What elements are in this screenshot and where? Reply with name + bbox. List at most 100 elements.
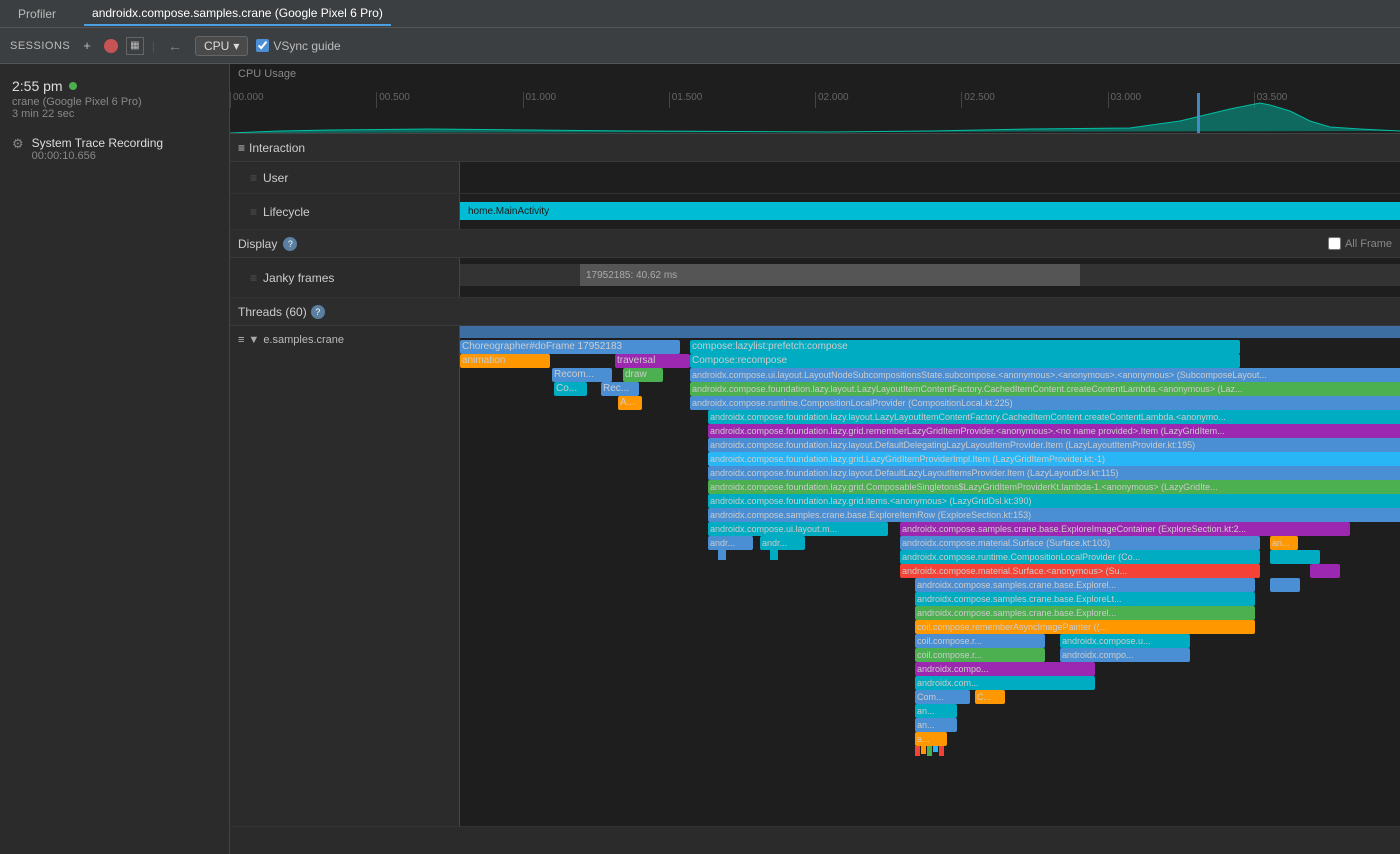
all-frames-checkbox-label[interactable]: All Frame [1328,237,1392,250]
flame-item[interactable]: coil.compose.r... [915,634,1045,648]
layout-toggle-button[interactable]: ▦ [126,37,144,55]
sidebar: 2:55 pm crane (Google Pixel 6 Pro) 3 min… [0,64,230,854]
thread-name: e.samples.crane [263,334,344,346]
recording-dot-icon [69,82,77,90]
flame-item[interactable]: androidx.compose.material.Surface.<anony… [900,564,1260,578]
time-value: 2:55 pm [12,78,63,94]
flame-item[interactable]: draw [623,368,663,382]
vsync-checkbox[interactable] [256,39,269,52]
janky-frames-row: ≡ Janky frames 17952185: 40.62 ms [230,258,1400,298]
flame-item[interactable]: C... [975,690,1005,704]
flame-mini-bar1 [718,550,726,560]
gear-icon: ⚙ [12,136,24,152]
flame-chart[interactable]: Choreographer#doFrame 17952183 compose:l… [460,326,1400,826]
user-menu-icon[interactable]: ≡ [250,171,257,185]
flame-item[interactable]: androidx.compose.samples.crane.base.Expl… [900,522,1350,536]
flame-item[interactable]: Choreographer#doFrame 17952183 [460,340,680,354]
flame-item[interactable] [1310,564,1340,578]
back-button[interactable]: ← [163,36,187,56]
flame-item[interactable]: A... [618,396,642,410]
flame-mini-bars [915,746,944,756]
flame-item[interactable]: androidx.compose.ui.layout.LayoutNodeSub… [690,368,1400,382]
flame-item[interactable]: androidx.compo... [915,662,1095,676]
flame-item[interactable]: androidx.compose.foundation.lazy.grid.La… [708,452,1400,466]
main-layout: 2:55 pm crane (Google Pixel 6 Pro) 3 min… [0,64,1400,854]
recording-item[interactable]: ⚙ System Trace Recording 00:00:10.656 [0,130,229,168]
stop-recording-button[interactable] [104,39,118,53]
janky-value: 17952185: 40.62 ms [586,270,677,281]
thread-label-col: ≡ ▼ e.samples.crane [230,326,460,826]
flame-item[interactable]: androidx.compose.runtime.CompositionLoca… [900,550,1260,564]
title-bar: Profiler androidx.compose.samples.crane … [0,0,1400,28]
flame-item[interactable]: androidx.compose.runtime.CompositionLoca… [690,396,1400,410]
lifecycle-row: ≡ Lifecycle home.MainActivity [230,194,1400,230]
tab-profiler[interactable]: Profiler [10,3,64,25]
cpu-usage-label: CPU Usage [238,68,296,80]
display-section-header: Display ? All Frame [230,230,1400,258]
flame-item[interactable]: traversal [615,354,690,368]
flame-item[interactable]: androidx.compose.foundation.lazy.layout.… [708,438,1400,452]
thread-section: ≡ ▼ e.samples.crane Choreographer#doFram… [230,326,1400,827]
flame-item[interactable]: Compose:recompose [690,354,1240,368]
janky-content[interactable]: 17952185: 40.62 ms [460,258,1400,297]
thread-expand-arrow[interactable]: ▼ [248,334,259,346]
flame-item[interactable]: coil.compose.rememberAsyncImagePainter (… [915,620,1255,634]
flame-item[interactable]: a... [915,732,947,746]
flame-item[interactable]: Com... [915,690,970,704]
flame-item[interactable]: andr... [760,536,805,550]
tab-app[interactable]: androidx.compose.samples.crane (Google P… [84,2,391,26]
thread-label: ≡ ▼ e.samples.crane [238,334,451,346]
user-label: ≡ User [230,162,460,193]
display-help-icon[interactable]: ? [283,237,297,251]
flame-item[interactable]: androidx.com... [915,676,1095,690]
flame-item[interactable]: an... [1270,536,1298,550]
flame-item[interactable]: androidx.compose.samples.crane.base.Expl… [708,508,1400,522]
timeline-container[interactable]: ≡ Interaction ≡ User ≡ Lifecycle [230,134,1400,854]
janky-menu-icon[interactable]: ≡ [250,271,257,285]
flame-item[interactable]: androidx.compose.foundation.lazy.layout.… [708,410,1400,424]
user-row: ≡ User [230,162,1400,194]
cpu-spike [1197,93,1200,133]
flame-item[interactable]: androidx.compose.samples.crane.base.Expl… [915,592,1255,606]
lifecycle-text: Lifecycle [263,205,310,219]
flame-item[interactable]: Co... [554,382,587,396]
thread-menu-icon[interactable]: ≡ [238,334,244,346]
flame-item[interactable]: androidx.compose.foundation.lazy.layout.… [690,382,1400,396]
cpu-usage-panel: CPU Usage 00.000 00.500 01.000 01.500 02… [230,64,1400,134]
flame-item[interactable]: androidx.compose.foundation.lazy.grid.it… [708,494,1400,508]
add-session-button[interactable]: + [78,36,96,55]
device-name: crane (Google Pixel 6 Pro) [12,96,217,108]
flame-item[interactable]: an... [915,718,957,732]
all-frames-label: All Frame [1345,238,1392,250]
sessions-label: SESSIONS [10,40,70,52]
flame-item[interactable]: androidx.compose.foundation.lazy.layout.… [708,466,1400,480]
flame-item[interactable]: Recom... [552,368,612,382]
janky-frames-label: ≡ Janky frames [230,258,460,297]
lifecycle-menu-icon[interactable]: ≡ [250,205,257,219]
flame-item[interactable]: androidx.compose.foundation.lazy.grid.re… [708,424,1400,438]
flame-item[interactable] [1270,550,1320,564]
flame-item[interactable]: animation [460,354,550,368]
lifecycle-content[interactable]: home.MainActivity [460,194,1400,229]
flame-item[interactable]: andr... [708,536,753,550]
flame-item[interactable]: androidx.compose.ui.layout.m... [708,522,888,536]
flame-item[interactable]: an... [915,704,957,718]
flame-item[interactable]: androidx.compo... [1060,648,1190,662]
cpu-dropdown[interactable]: CPU ▾ [195,36,248,56]
flame-item[interactable]: androidx.compose.samples.crane.base.Expl… [915,606,1255,620]
flame-item[interactable] [1270,578,1300,592]
threads-help-icon[interactable]: ? [311,305,325,319]
flame-item[interactable]: androidx.compose.material.Surface (Surfa… [900,536,1260,550]
flame-item[interactable]: androidx.compose.samples.crane.base.Expl… [915,578,1255,592]
flame-item[interactable]: coil.compose.r... [915,648,1045,662]
vsync-text: VSync guide [273,39,340,53]
flame-item[interactable]: androidx.compose.u... [1060,634,1190,648]
flame-item[interactable]: compose:lazylist:prefetch:compose [690,340,1240,354]
vsync-label[interactable]: VSync guide [256,39,340,53]
interaction-menu-icon[interactable]: ≡ [238,141,245,155]
flame-item[interactable]: androidx.compose.foundation.lazy.grid.Co… [708,480,1400,494]
janky-highlight: 17952185: 40.62 ms [580,264,1080,286]
user-content[interactable] [460,162,1400,193]
all-frames-checkbox[interactable] [1328,237,1341,250]
flame-item[interactable]: Rec... [601,382,639,396]
